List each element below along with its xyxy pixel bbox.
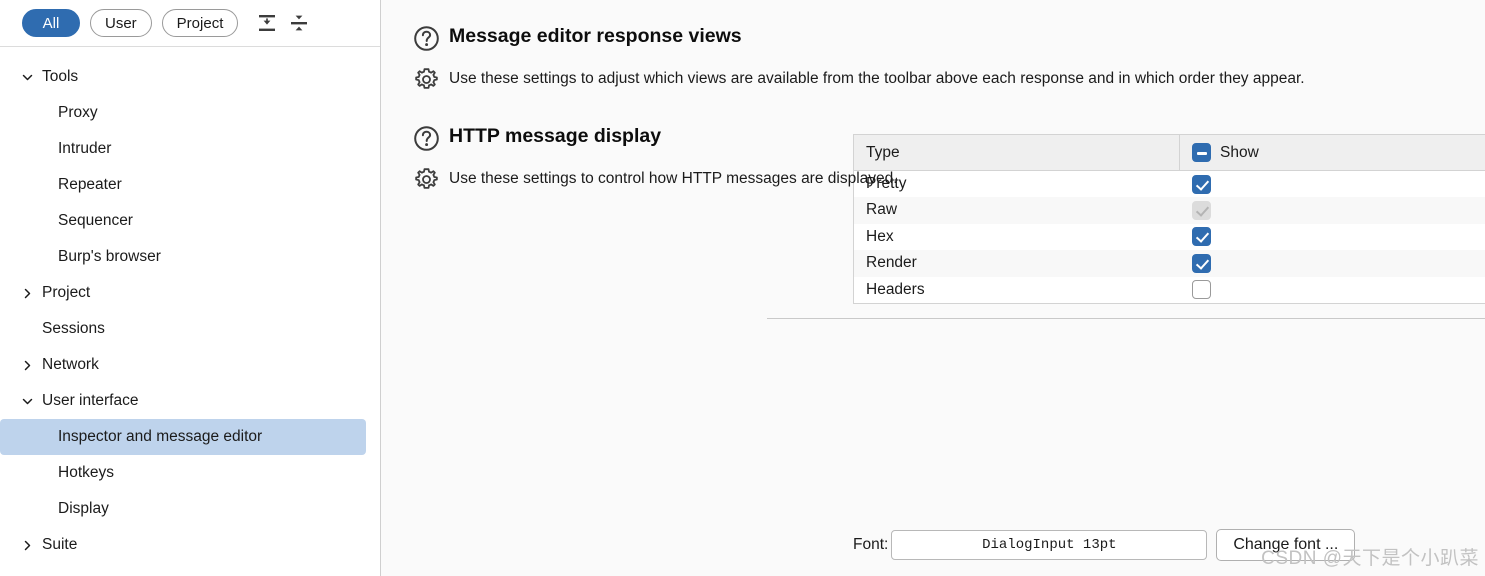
- sidebar-item-label: User interface: [42, 392, 139, 409]
- sidebar-item-label: Hotkeys: [58, 464, 114, 481]
- sidebar-item-sequencer[interactable]: Sequencer: [0, 203, 380, 239]
- sidebar-item-network[interactable]: Network: [0, 347, 380, 383]
- table-row[interactable]: Raw: [853, 197, 1485, 224]
- sidebar-item-label: Burp's browser: [58, 248, 161, 265]
- cell-type: Hex: [853, 223, 1180, 250]
- page-title: Message editor response views: [449, 25, 742, 47]
- gear-icon[interactable]: [413, 66, 440, 98]
- sidebar-item-suite[interactable]: Suite: [0, 527, 380, 563]
- gear-icon[interactable]: [413, 166, 440, 198]
- section-description: Use these settings to adjust which views…: [449, 70, 1305, 87]
- section-http-message-display: HTTP message display Use these settings …: [403, 98, 1485, 561]
- cell-show: [1179, 223, 1485, 250]
- sidebar-item-label: Suite: [42, 536, 78, 553]
- font-value-field[interactable]: DialogInput 13pt: [891, 530, 1208, 560]
- sidebar-item-label: Network: [42, 356, 99, 373]
- section-title-http-message-display: HTTP message display: [449, 125, 662, 147]
- sidebar-item-label: Inspector and message editor: [58, 428, 263, 445]
- expand-all-icon[interactable]: [286, 10, 312, 36]
- scope-filter-bar: All User Project: [0, 0, 380, 47]
- cell-show: [1179, 197, 1485, 224]
- settings-content-panel: Message editor response views Use these …: [381, 0, 1485, 576]
- table-row[interactable]: Headers: [853, 276, 1485, 303]
- sidebar-item-display[interactable]: Display: [0, 491, 380, 527]
- sidebar-item-label: Repeater: [58, 176, 122, 193]
- section-description-http: Use these settings to control how HTTP m…: [449, 170, 898, 187]
- sidebar-item-label: Display: [58, 500, 109, 517]
- sidebar-item-project[interactable]: Project: [0, 275, 380, 311]
- section-divider: [767, 318, 1485, 319]
- cell-type: Headers: [853, 276, 1180, 303]
- collapse-all-icon[interactable]: [254, 10, 280, 36]
- sidebar-item-proxy[interactable]: Proxy: [0, 95, 380, 131]
- show-checkbox-raw: [1191, 200, 1211, 220]
- help-circle-icon[interactable]: [413, 25, 440, 57]
- table-row[interactable]: Hex: [853, 223, 1485, 250]
- scope-pill-all[interactable]: All: [22, 9, 80, 37]
- cell-type: Render: [853, 250, 1180, 277]
- sidebar-item-inspector-and-message-editor[interactable]: Inspector and message editor: [0, 419, 366, 455]
- chevron-down-icon[interactable]: [16, 390, 38, 412]
- sidebar-item-hotkeys[interactable]: Hotkeys: [0, 455, 380, 491]
- chevron-right-icon[interactable]: [16, 354, 38, 376]
- chevron-down-icon[interactable]: [16, 66, 38, 88]
- sidebar-item-label: Project: [42, 284, 91, 301]
- sidebar-item-label: Sessions: [42, 320, 105, 337]
- font-label: Font:: [853, 536, 889, 553]
- show-checkbox-render[interactable]: [1191, 253, 1211, 273]
- sidebar-item-label: Tools: [42, 68, 79, 85]
- section-message-editor-response-views: Message editor response views Use these …: [403, 0, 1485, 304]
- sidebar: All User Project Tools Proxy Intruder Re…: [0, 0, 381, 576]
- scope-pill-project[interactable]: Project: [161, 9, 239, 37]
- sidebar-item-tools[interactable]: Tools: [0, 59, 380, 95]
- chevron-right-icon[interactable]: [16, 282, 38, 304]
- cell-type: Raw: [853, 197, 1180, 224]
- table-row[interactable]: Render: [853, 250, 1485, 277]
- help-circle-icon[interactable]: [413, 125, 440, 157]
- scope-pill-user[interactable]: User: [90, 9, 152, 37]
- sidebar-item-label: Proxy: [58, 104, 98, 121]
- sidebar-item-repeater[interactable]: Repeater: [0, 167, 380, 203]
- show-checkbox-headers[interactable]: [1191, 280, 1211, 299]
- sidebar-item-user-interface[interactable]: User interface: [0, 383, 380, 419]
- sidebar-item-burps-browser[interactable]: Burp's browser: [0, 239, 380, 275]
- cell-show: [1179, 276, 1485, 303]
- chevron-right-icon[interactable]: [16, 534, 38, 556]
- show-checkbox-hex[interactable]: [1191, 227, 1211, 247]
- watermark: CSDN @天下是个小趴菜: [1261, 548, 1479, 569]
- cell-show: [1179, 250, 1485, 277]
- settings-tree: Tools Proxy Intruder Repeater Sequencer …: [0, 47, 380, 576]
- sidebar-item-label: Sequencer: [58, 212, 133, 229]
- sidebar-item-intruder[interactable]: Intruder: [0, 131, 380, 167]
- sidebar-item-label: Intruder: [58, 140, 112, 157]
- sidebar-item-sessions[interactable]: Sessions: [0, 311, 380, 347]
